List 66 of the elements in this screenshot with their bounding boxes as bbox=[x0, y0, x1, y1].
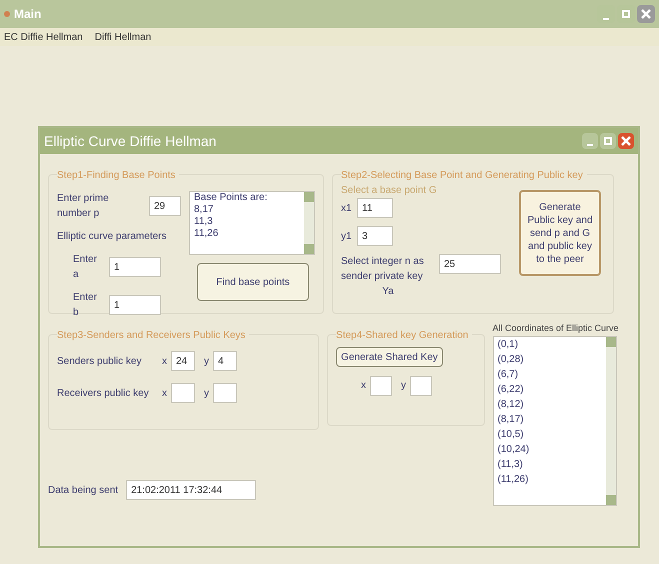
close-icon[interactable] bbox=[618, 133, 634, 149]
list-item: (0,28) bbox=[498, 352, 525, 366]
list-item: 11,3 bbox=[194, 216, 214, 228]
field-label: Ya bbox=[382, 285, 394, 299]
x1-field[interactable]: 11 bbox=[357, 198, 393, 218]
list-item: (0,1) bbox=[498, 338, 520, 352]
x-field[interactable]: 24 bbox=[171, 351, 195, 371]
field-label: x bbox=[360, 379, 366, 393]
y-field[interactable] bbox=[213, 383, 237, 403]
generate-public-key-button[interactable]: Generate Public key and send p and G and public key to the peer bbox=[519, 190, 601, 276]
list-title: All Coordinates of Elliptic Curve bbox=[492, 322, 620, 335]
generate-shared-key-button[interactable]: Generate Shared Key bbox=[336, 347, 443, 367]
menu-item[interactable]: Diffi Hellman bbox=[94, 30, 152, 44]
coordinates-list[interactable]: (0,1) (0,28) (6,7) (6,22) (8,12) (8,17) (10,5) (10,24) (11,3) (11,26) bbox=[492, 336, 616, 506]
section-label: Elliptic curve parameters bbox=[57, 230, 168, 244]
list-item: (10,5) bbox=[498, 428, 525, 442]
list-item: (6,7) bbox=[498, 368, 520, 382]
scrollbar[interactable] bbox=[304, 192, 314, 254]
prime-field[interactable]: 29 bbox=[149, 196, 181, 216]
field-label: Receivers public key bbox=[57, 386, 150, 400]
list-item: (11,3) bbox=[498, 458, 524, 472]
group-title: Step2-Selecting Base Point and Generating Public key bbox=[341, 168, 587, 183]
field-label: Enter a bbox=[73, 253, 98, 282]
base-points-list[interactable]: Base Points are: 8,17 11,3 11,26 bbox=[189, 191, 315, 255]
section-label: Select a base point G bbox=[341, 184, 438, 198]
child-window-title: Elliptic Curve Diffie Hellman bbox=[44, 132, 216, 151]
field-label: Data being sent bbox=[48, 484, 118, 498]
menu-item[interactable]: EC Diffie Hellman bbox=[4, 30, 83, 44]
group-title: Step1-Finding Base Points bbox=[57, 168, 180, 183]
x-field[interactable] bbox=[171, 383, 195, 403]
b-field[interactable]: 1 bbox=[109, 295, 161, 315]
field-label: Select integer n as sender private key bbox=[341, 255, 425, 284]
a-field[interactable]: 1 bbox=[109, 257, 161, 277]
list-item: 11,26 bbox=[194, 228, 220, 240]
group-title: Step4-Shared key Generation bbox=[336, 328, 472, 343]
y-field[interactable]: 4 bbox=[213, 351, 237, 371]
list-item: 8,17 bbox=[194, 204, 214, 216]
x-field[interactable] bbox=[370, 376, 392, 396]
field-label: y bbox=[203, 354, 209, 368]
field-label: x bbox=[161, 386, 167, 400]
field-label: y bbox=[203, 386, 209, 400]
field-label: x bbox=[161, 354, 167, 368]
app-icon bbox=[4, 11, 10, 17]
close-icon[interactable] bbox=[637, 5, 655, 23]
list-item: (10,24) bbox=[498, 442, 530, 456]
field-label: Senders public key bbox=[57, 354, 142, 368]
list-item: (8,12) bbox=[498, 398, 525, 412]
list-item: (6,22) bbox=[498, 382, 525, 396]
field-label: x1 bbox=[341, 202, 353, 216]
minimize-icon[interactable] bbox=[582, 133, 598, 149]
field-label: Enter b bbox=[73, 291, 98, 320]
group-title: Step3-Senders and Receivers Public Keys bbox=[57, 328, 250, 343]
y-field[interactable] bbox=[410, 376, 432, 396]
window-title: Main bbox=[14, 6, 42, 23]
field-label: y bbox=[400, 379, 406, 393]
list-item: (8,17) bbox=[498, 412, 525, 426]
field-label: y1 bbox=[341, 230, 353, 244]
private-key-field[interactable]: 25 bbox=[439, 254, 501, 274]
list-item: (11,26) bbox=[498, 472, 530, 486]
list-item: Base Points are: bbox=[194, 192, 268, 204]
scrollbar[interactable] bbox=[606, 336, 616, 504]
maximize-icon[interactable] bbox=[600, 133, 616, 149]
y1-field[interactable]: 3 bbox=[357, 226, 393, 246]
find-base-points-button[interactable]: Find base points bbox=[197, 263, 309, 301]
data-field[interactable]: 21:02:2011 17:32:44 bbox=[126, 480, 256, 500]
field-label: Enter prime number p bbox=[57, 192, 110, 221]
